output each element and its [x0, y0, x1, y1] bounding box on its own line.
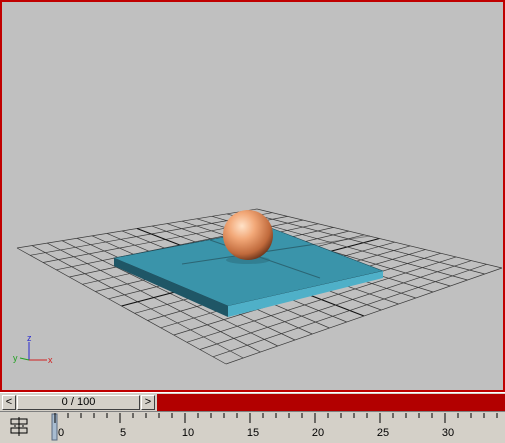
ruler-tick-label: 10: [182, 427, 194, 439]
scene: [16, 208, 503, 365]
timeline[interactable]: 0 5 10 15 20 25 30: [0, 411, 505, 442]
timeline-ruler[interactable]: 0 5 10 15 20 25 30: [0, 412, 505, 443]
sphere-object[interactable]: [223, 210, 273, 260]
axis-y-label: y: [13, 353, 18, 363]
ruler-tick-label: 5: [120, 427, 126, 439]
time-slider[interactable]: 0 / 100: [17, 395, 140, 410]
axis-x-label: x: [48, 355, 53, 365]
ruler-tick-label: 15: [247, 427, 259, 439]
ruler-tick-label: 0: [58, 427, 64, 439]
next-frame-button[interactable]: >: [141, 395, 155, 410]
frame-counter: 0 / 100: [61, 396, 96, 408]
axis-z-label: z: [27, 333, 32, 343]
track-bar-strip: [157, 394, 505, 412]
axis-tripod: z x y: [13, 333, 53, 365]
perspective-viewport[interactable]: z x y: [0, 0, 505, 392]
ruler-tick-label: 30: [442, 427, 454, 439]
time-slider-bar: < 0 / 100 >: [0, 392, 505, 412]
ruler-tick-label: 25: [377, 427, 389, 439]
ruler-tick-label: 20: [312, 427, 324, 439]
previous-frame-button[interactable]: <: [2, 395, 16, 410]
